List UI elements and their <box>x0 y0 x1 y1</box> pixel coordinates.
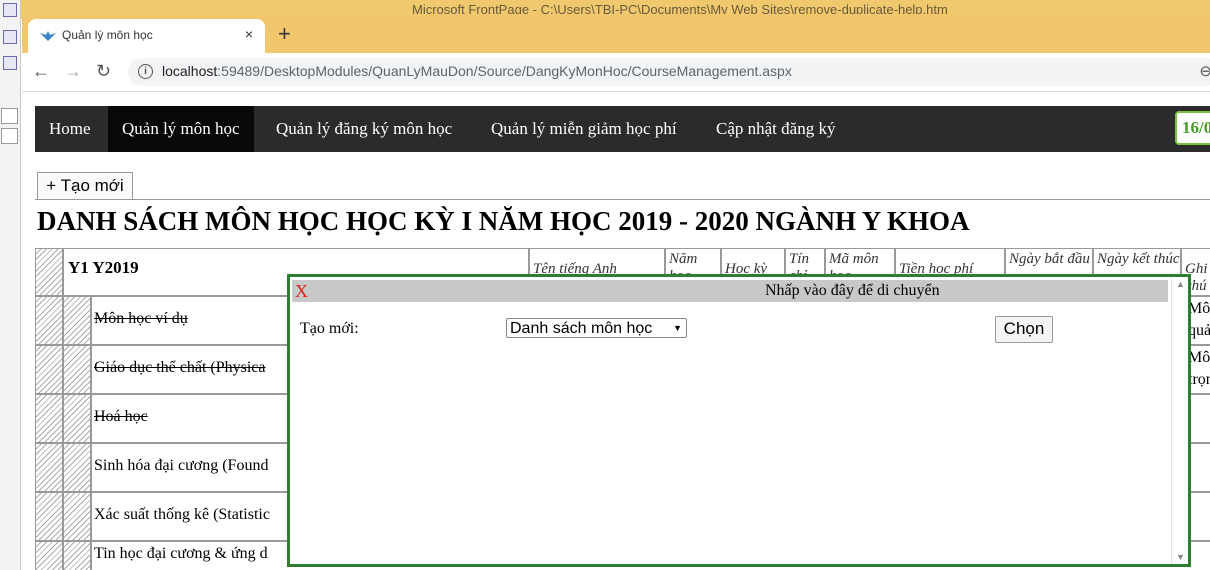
tab-title: Quản lý môn học <box>62 28 153 42</box>
background-app-sidebar <box>0 0 21 570</box>
hatched-cell <box>35 492 63 541</box>
page-title: DANH SÁCH MÔN HỌC HỌC KỲ I NĂM HỌC 2019 … <box>37 206 970 236</box>
nav-fee-exemption[interactable]: Quản lý miễn giảm học phí <box>477 106 691 152</box>
hatched-cell <box>63 492 91 541</box>
toolbar-grip-icon <box>3 30 17 44</box>
panel-icon <box>1 108 18 124</box>
reload-icon[interactable]: ↻ <box>96 61 111 81</box>
tab-course-management[interactable]: Quản lý môn học × <box>28 19 265 53</box>
choose-button[interactable]: Chọn <box>995 316 1053 343</box>
hatched-cell <box>35 248 63 296</box>
url-path: :59489/DesktopModules/QuanLyMauDon/Sourc… <box>217 63 792 79</box>
hatched-cell <box>35 345 63 394</box>
scroll-up-icon[interactable]: ▲ <box>1176 279 1185 289</box>
divider <box>35 199 1210 200</box>
frontpage-icon <box>3 3 17 17</box>
dialog-drag-hint: Nhấp vào đây để di chuyển <box>765 282 940 299</box>
tab-close-icon[interactable]: × <box>245 26 253 42</box>
nav-update-registration[interactable]: Cập nhật đăng ký <box>702 106 849 152</box>
course-name: Hoá học <box>94 408 148 425</box>
zoom-icon[interactable]: ⊖ <box>1199 62 1210 80</box>
toolbar-grip-icon <box>3 56 17 70</box>
create-new-button[interactable]: + Tạo mới <box>37 172 133 200</box>
course-name: Xác suất thống kê (Statistic <box>94 506 270 523</box>
create-dialog: X Nhấp vào đây để di chuyển ▲ ▼ Tạo mới:… <box>287 274 1191 567</box>
course-note: Môn trọn <box>1188 349 1210 388</box>
dialog-drag-handle[interactable]: X Nhấp vào đây để di chuyển <box>292 280 1168 302</box>
nav-course-management[interactable]: Quản lý môn học <box>108 106 254 152</box>
hatched-cell <box>35 541 63 570</box>
course-name: Giáo dục thể chất (Physica <box>94 359 266 376</box>
main-navbar: Home Quản lý môn học Quản lý đăng ký môn… <box>35 106 1210 152</box>
dialog-close-icon[interactable]: X <box>295 281 308 301</box>
course-name: Môn học ví dụ <box>94 310 188 327</box>
template-select-value: Danh sách môn học <box>510 320 653 337</box>
forward-icon[interactable]: → <box>64 61 82 81</box>
hatched-cell <box>35 394 63 443</box>
course-note: Môn quả <box>1188 300 1210 339</box>
browser-toolbar: ← → ↻ i localhost:59489/DesktopModules/Q… <box>22 53 1210 92</box>
hatched-cell <box>63 345 91 394</box>
dialog-scrollbar[interactable]: ▲ ▼ <box>1171 277 1188 564</box>
hatched-cell <box>63 443 91 492</box>
nav-registration-management[interactable]: Quản lý đăng ký môn học <box>262 106 466 152</box>
hatched-cell <box>63 394 91 443</box>
hatched-cell <box>63 296 91 345</box>
hatched-cell <box>35 296 63 345</box>
course-name: Sinh hóa đại cương (Found <box>94 457 269 474</box>
course-name: Tin học đại cương & ứng d <box>94 545 268 562</box>
url-host: localhost <box>162 63 218 79</box>
new-tab-button[interactable]: + <box>278 23 291 45</box>
scroll-down-icon[interactable]: ▼ <box>1176 552 1185 562</box>
dialog-create-label: Tạo mới: <box>300 320 359 337</box>
chevron-down-icon: ▼ <box>673 323 682 333</box>
hatched-cell <box>63 541 91 570</box>
hatched-cell <box>35 443 63 492</box>
template-select[interactable]: Danh sách môn học ▼ <box>506 318 687 338</box>
site-info-icon[interactable]: i <box>138 64 153 79</box>
dnn-favicon-icon <box>40 31 56 41</box>
date-badge: 16/0 <box>1175 111 1210 145</box>
nav-home[interactable]: Home <box>35 106 105 152</box>
back-icon[interactable]: ← <box>32 61 50 81</box>
address-bar[interactable]: i localhost:59489/DesktopModules/QuanLyM… <box>128 58 1210 86</box>
panel-icon <box>1 128 18 144</box>
url-text: localhost:59489/DesktopModules/QuanLyMau… <box>162 63 792 79</box>
tab-strip: Quản lý môn học × + <box>22 14 1210 53</box>
